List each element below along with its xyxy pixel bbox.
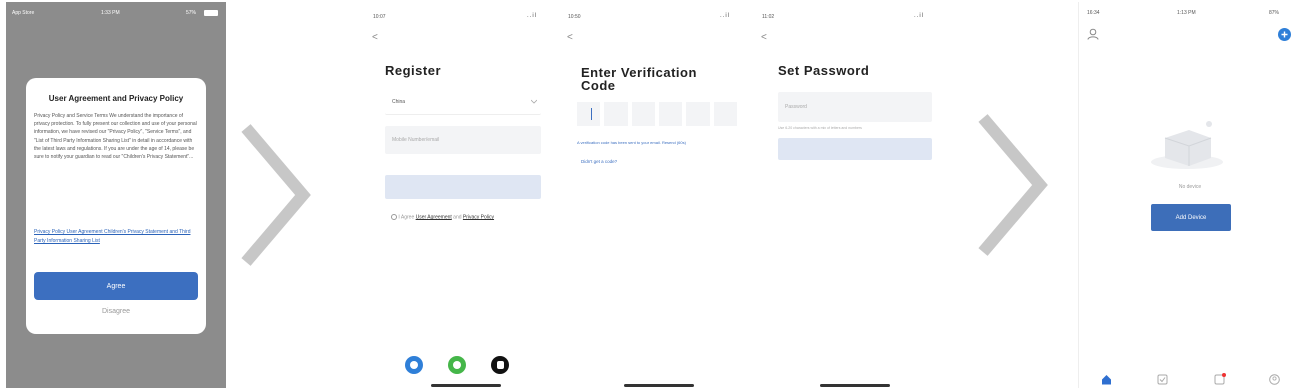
code-digit[interactable] xyxy=(604,102,628,126)
empty-state-text: No device xyxy=(1178,184,1202,190)
status-bar: App Store 1:33 PM 57% xyxy=(6,2,226,24)
signal-icon: ..il xyxy=(527,13,537,19)
phone-placeholder: Mobile Number/email xyxy=(392,137,440,143)
add-circle-icon[interactable] xyxy=(1278,28,1291,41)
policy-links[interactable]: Privacy Policy User Agreement Children's… xyxy=(34,228,198,246)
status-time: 1:33 PM xyxy=(101,10,120,16)
user-icon[interactable] xyxy=(1087,28,1099,40)
privacy-policy-link[interactable]: Privacy Policy xyxy=(463,214,494,220)
battery-icon xyxy=(204,10,218,16)
status-bar: 16:34 1:13 PM 87% xyxy=(1079,2,1301,22)
code-sent-hint: A verification code has been sent to you… xyxy=(577,140,686,145)
privacy-dialog: User Agreement and Privacy Policy Privac… xyxy=(26,78,206,334)
empty-device-illustration xyxy=(1151,121,1223,169)
code-digit[interactable] xyxy=(658,102,683,126)
region-select[interactable]: China xyxy=(385,90,541,115)
get-code-button[interactable] xyxy=(385,175,541,199)
status-time: 11:02 xyxy=(762,14,775,20)
privacy-screen: App Store 1:33 PM 57% User Agreement and… xyxy=(6,2,226,388)
phone-email-input[interactable]: Mobile Number/email xyxy=(385,126,541,154)
add-device-button[interactable]: Add Device xyxy=(1151,204,1231,231)
done-button[interactable] xyxy=(778,138,932,160)
register-screen: 10:07 ..il < Register China Mobile Numbe… xyxy=(367,2,561,388)
status-carrier: 16:34 xyxy=(1087,10,1100,16)
code-digit[interactable] xyxy=(713,102,737,126)
user-agreement-link[interactable]: User Agreement xyxy=(416,214,452,220)
set-password-screen: 11:02 ..il < Set Password Password Use 6… xyxy=(756,2,948,388)
status-time: 10:50 xyxy=(568,14,581,20)
home-screen: 16:34 1:13 PM 87% No device Add Device xyxy=(1078,2,1301,388)
code-input[interactable] xyxy=(577,102,737,126)
scene-icon[interactable] xyxy=(1157,374,1168,385)
agreement-row: I Agree User Agreement and Privacy Polic… xyxy=(391,214,551,220)
status-time: 10:07 xyxy=(373,14,386,20)
back-button[interactable]: < xyxy=(567,32,573,43)
home-indicator xyxy=(624,384,694,387)
agree-button[interactable]: Agree xyxy=(34,272,198,300)
agree-checkbox[interactable] xyxy=(391,214,397,220)
chevron-right-icon xyxy=(241,124,311,266)
agree-prefix: I Agree xyxy=(398,214,415,221)
smart-icon[interactable] xyxy=(1214,373,1226,385)
status-battery: 57% xyxy=(186,10,197,16)
home-indicator xyxy=(820,384,890,387)
region-value: China xyxy=(392,99,406,105)
page-title: Register xyxy=(385,63,442,78)
status-carrier: App Store xyxy=(12,10,35,16)
page-title: Set Password xyxy=(778,63,870,78)
app-icon-blue xyxy=(405,356,423,374)
verification-screen: 10:50 ..il < Enter Verification Code A v… xyxy=(562,2,754,388)
home-icon[interactable] xyxy=(1101,374,1112,385)
chevron-right-icon xyxy=(978,114,1048,256)
profile-icon[interactable] xyxy=(1269,374,1280,385)
chevron-down-icon xyxy=(531,99,537,104)
no-code-link[interactable]: Didn't get a code? xyxy=(581,159,617,164)
password-input[interactable]: Password xyxy=(778,92,932,122)
status-time: 1:13 PM xyxy=(1177,10,1196,16)
signal-icon: ..il xyxy=(720,13,730,19)
disagree-button[interactable]: Disagree xyxy=(34,308,198,315)
back-button[interactable]: < xyxy=(761,32,767,43)
password-placeholder: Password xyxy=(785,104,807,110)
password-hint: Use 6-20 characters with a mix of letter… xyxy=(778,126,862,130)
back-button[interactable]: < xyxy=(372,32,378,43)
code-digit[interactable] xyxy=(686,102,710,126)
agreement-and: and xyxy=(453,214,462,221)
signal-icon: ..il xyxy=(914,13,924,19)
home-indicator xyxy=(431,384,501,387)
app-icon-green xyxy=(448,356,466,374)
code-digit[interactable] xyxy=(577,102,601,126)
code-digit[interactable] xyxy=(631,102,655,126)
page-title-line2: Code xyxy=(581,78,616,93)
app-icon-black xyxy=(491,356,509,374)
status-battery: 87% xyxy=(1269,10,1280,16)
dialog-body: Privacy Policy and Service Terms We unde… xyxy=(34,113,197,161)
dialog-title: User Agreement and Privacy Policy xyxy=(48,94,184,103)
